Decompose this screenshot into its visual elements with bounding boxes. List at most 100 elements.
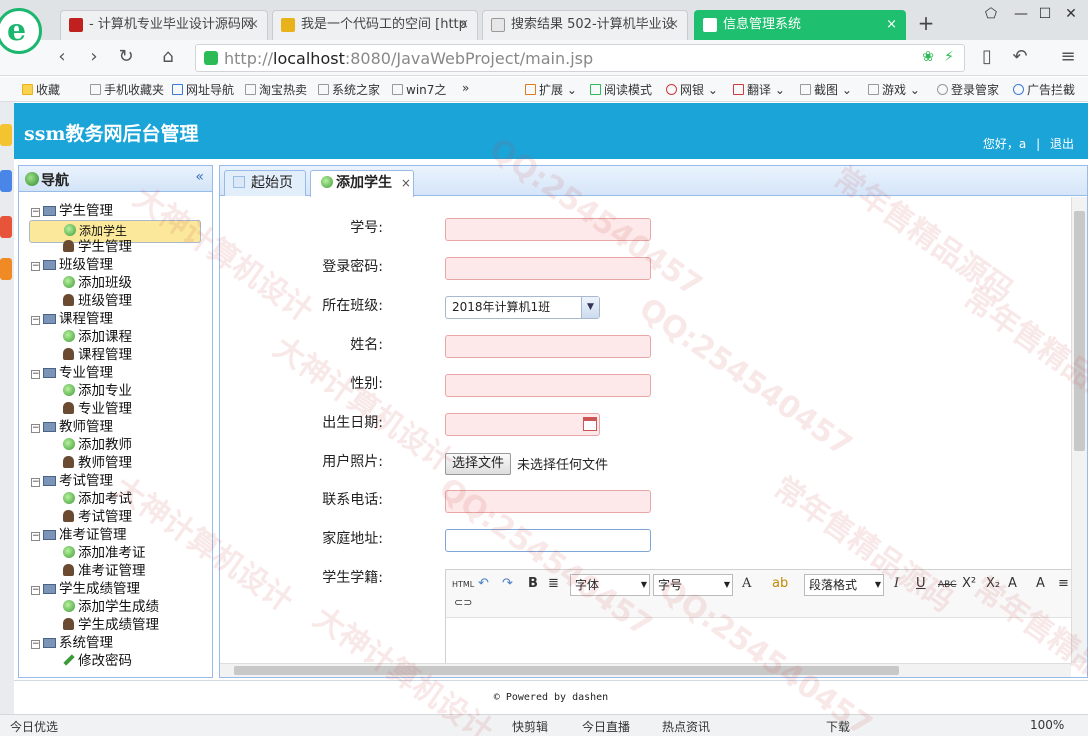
translate-button[interactable]: 翻译 ⌄ <box>733 81 785 98</box>
browser-tab-1[interactable]: - 计算机专业毕业设计源码网 × <box>60 10 268 40</box>
zoom-level[interactable]: 100% <box>1030 718 1064 732</box>
home-button[interactable]: ⌂ <box>156 46 180 70</box>
scroll-thumb[interactable] <box>1074 211 1085 451</box>
highlight-icon[interactable]: ab <box>772 576 788 591</box>
nav-item[interactable]: 专业管理 <box>29 400 201 418</box>
bold-button[interactable]: B <box>528 576 538 591</box>
password-input[interactable] <box>445 257 651 280</box>
extension-button[interactable]: 扩展 ⌄ <box>525 81 577 98</box>
nav-item[interactable]: 添加考试 <box>29 490 201 508</box>
link-icon[interactable]: ⊂⊃ <box>454 596 472 609</box>
subscript-button[interactable]: X₂ <box>986 576 1000 591</box>
nav-item[interactable]: 班级管理 <box>29 292 201 310</box>
nav-item[interactable]: 学生管理 <box>29 238 201 256</box>
nav-item[interactable]: 添加教师 <box>29 436 201 454</box>
font-shrink-icon[interactable]: A <box>1036 576 1045 591</box>
nav-item[interactable]: 教师管理 <box>29 454 201 472</box>
collapse-icon[interactable]: − <box>31 316 40 325</box>
collapse-icon[interactable]: − <box>31 640 40 649</box>
bookmarks-more[interactable]: » <box>462 81 469 95</box>
collapse-icon[interactable]: − <box>31 262 40 271</box>
clear-format-icon[interactable]: ≣ <box>548 576 559 591</box>
nav-group[interactable]: − 专业管理 <box>31 364 113 382</box>
collapse-icon[interactable]: − <box>31 370 40 379</box>
tab-close-icon[interactable]: × <box>668 11 679 39</box>
screenshot-button[interactable]: 截图 ⌄ <box>800 81 852 98</box>
hot-news[interactable]: 热点资讯 <box>662 718 710 735</box>
nav-group[interactable]: − 考试管理 <box>31 472 113 490</box>
collapse-nav-icon[interactable]: « <box>195 169 204 185</box>
font-color-button[interactable]: A <box>742 576 751 591</box>
horizontal-scrollbar[interactable] <box>220 663 1071 677</box>
calendar-icon[interactable] <box>583 417 597 431</box>
nav-item[interactable]: 添加课程 <box>29 328 201 346</box>
rich-text-editor[interactable]: HTML ↶ ↷ B ≣ 字体 ▼ 字号 ▼ A ab 段落格式 ▼ I U ABC … <box>445 569 1071 663</box>
live-today[interactable]: 今日直播 <box>582 718 630 735</box>
side-doc-icon[interactable] <box>0 170 12 192</box>
reading-mode-button[interactable]: 阅读模式 <box>590 81 652 98</box>
download-button[interactable]: 下载 <box>826 718 850 735</box>
nav-item[interactable]: 准考证管理 <box>29 562 201 580</box>
tab-close-icon[interactable]: × <box>886 11 897 39</box>
tab-close-icon[interactable]: × <box>248 11 259 39</box>
redo-icon[interactable]: ↷ <box>502 576 513 591</box>
side-favorite-icon[interactable] <box>0 124 12 146</box>
collapse-icon[interactable]: − <box>31 532 40 541</box>
tab-close-icon[interactable]: × <box>401 176 411 190</box>
nav-item[interactable]: 添加班级 <box>29 274 201 292</box>
close-window-button[interactable]: ✕ <box>1060 6 1082 22</box>
tab-home[interactable]: 起始页 <box>224 170 306 196</box>
bookmark-taobao[interactable]: 淘宝热卖 <box>245 81 307 98</box>
menu-icon[interactable]: ≡ <box>1056 46 1080 70</box>
tab-close-icon[interactable]: × <box>458 11 469 39</box>
bookmark-nav[interactable]: 网址导航 <box>172 81 234 98</box>
bookmark-win7[interactable]: win7之 <box>392 81 446 98</box>
phone-icon[interactable]: ▯ <box>975 46 999 70</box>
collapse-icon[interactable]: − <box>31 208 40 217</box>
nav-item[interactable]: 课程管理 <box>29 346 201 364</box>
undo-icon[interactable]: ↶ <box>478 576 489 591</box>
browser-tab-4-active[interactable]: 信息管理系统 × <box>694 10 906 40</box>
nav-group[interactable]: − 教师管理 <box>31 418 113 436</box>
nav-item[interactable]: 学生成绩管理 <box>29 616 201 634</box>
tab-add-student[interactable]: 添加学生 × <box>310 170 414 197</box>
login-manager-button[interactable]: 登录管家 <box>937 81 999 98</box>
font-size-select[interactable]: 字号 ▼ <box>653 574 733 596</box>
collapse-icon[interactable]: − <box>31 424 40 433</box>
name-input[interactable] <box>445 335 651 358</box>
underline-button[interactable]: U <box>916 576 926 591</box>
student-no-input[interactable] <box>445 218 651 241</box>
vertical-scrollbar[interactable] <box>1071 197 1087 663</box>
lightning-icon[interactable]: ⚡ <box>944 49 954 65</box>
side-weibo-icon[interactable] <box>0 216 12 238</box>
browser-tab-2[interactable]: 我是一个代码工的空间 [http × <box>272 10 478 40</box>
back-button[interactable]: ‹ <box>50 46 74 70</box>
adblock-button[interactable]: 广告拦截 <box>1013 81 1075 98</box>
nav-group[interactable]: − 学生成绩管理 <box>31 580 140 598</box>
class-select[interactable]: 2018年计算机1班 ▼ <box>445 296 600 319</box>
gender-input[interactable] <box>445 374 651 397</box>
refresh-leaf-icon[interactable]: ❀ <box>922 49 934 65</box>
quick-clip[interactable]: 快剪辑 <box>512 718 548 735</box>
choose-file-button[interactable]: 选择文件 <box>445 453 512 475</box>
font-family-select[interactable]: 字体 ▼ <box>570 574 650 596</box>
today-picks[interactable]: 今日优选 <box>10 718 58 735</box>
address-bar[interactable]: http://localhost:8080/JavaWebProject/mai… <box>195 44 965 72</box>
nav-item[interactable]: 添加准考证 <box>29 544 201 562</box>
font-grow-icon[interactable]: A <box>1008 576 1017 591</box>
nav-item[interactable]: 考试管理 <box>29 508 201 526</box>
nav-group[interactable]: − 系统管理 <box>31 634 113 652</box>
new-tab-button[interactable]: + <box>914 12 938 36</box>
nav-group[interactable]: − 班级管理 <box>31 256 113 274</box>
nav-item[interactable]: 修改密码 <box>29 652 201 670</box>
nav-group[interactable]: − 学生管理 <box>31 202 113 220</box>
nav-item[interactable]: 添加专业 <box>29 382 201 400</box>
bookmark-xitong[interactable]: 系统之家 <box>318 81 380 98</box>
minimize-button[interactable]: — <box>1010 6 1032 22</box>
paragraph-format-select[interactable]: 段落格式 ▼ <box>804 574 884 596</box>
birthday-input[interactable] <box>445 413 600 436</box>
skin-icon[interactable]: ⬠ <box>980 6 1002 22</box>
collapse-icon[interactable]: − <box>31 586 40 595</box>
undo-icon[interactable]: ↶ <box>1008 46 1032 70</box>
side-app-icon[interactable] <box>0 258 12 280</box>
